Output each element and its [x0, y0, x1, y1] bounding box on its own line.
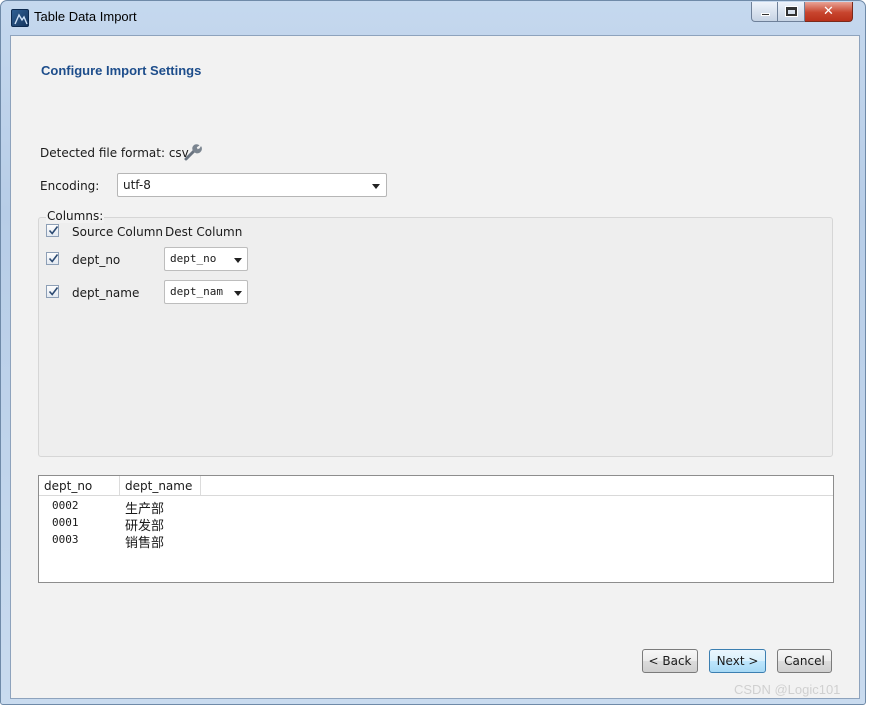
table-row[interactable]: 0003 销售部 [39, 532, 833, 551]
wizard-content: Configure Import Settings Detected file … [10, 35, 860, 699]
table-row[interactable]: 0001 研发部 [39, 515, 833, 534]
dest-column-select[interactable]: dept_nam [164, 280, 248, 304]
table-row[interactable]: 0002 生产部 [39, 498, 833, 517]
preview-column-header[interactable]: dept_name [125, 479, 192, 493]
watermark: CSDN @Logic101 [734, 682, 841, 697]
close-button[interactable]: ✕ [805, 2, 853, 22]
preview-column-header[interactable]: dept_no [44, 479, 92, 493]
app-icon [11, 9, 29, 27]
cell-dept-name: 销售部 [125, 536, 165, 551]
page-title: Configure Import Settings [41, 63, 202, 78]
column-divider[interactable] [119, 476, 120, 495]
dest-column-value: dept_nam [170, 285, 223, 298]
title-bar[interactable]: Table Data Import ✕ [1, 1, 865, 35]
data-preview-table[interactable]: dept_no dept_name 0002 生产部 0001 研发部 0003… [38, 475, 834, 583]
cell-dept-no: 0001 [52, 516, 79, 529]
source-column-name: dept_no [72, 253, 121, 267]
cell-dept-no: 0002 [52, 499, 79, 512]
source-column-header: Source Column [72, 225, 163, 239]
window-title: Table Data Import [34, 9, 137, 24]
chevron-down-icon [372, 184, 380, 189]
wrench-icon[interactable] [183, 142, 203, 162]
dest-column-header: Dest Column [165, 225, 243, 239]
columns-group [38, 217, 833, 457]
source-column-name: dept_name [72, 286, 140, 300]
close-icon: ✕ [823, 4, 834, 19]
maximize-button[interactable] [778, 2, 805, 22]
select-all-checkbox[interactable] [46, 224, 59, 237]
encoding-value: utf-8 [123, 178, 151, 192]
column-checkbox[interactable] [46, 285, 59, 298]
column-checkbox[interactable] [46, 252, 59, 265]
next-button[interactable]: Next > [709, 649, 766, 673]
chevron-down-icon [234, 258, 242, 263]
encoding-label: Encoding: [40, 179, 100, 193]
minimize-button[interactable] [751, 2, 778, 22]
column-divider[interactable] [200, 476, 201, 495]
detected-format-label: Detected file format: csv [40, 146, 189, 160]
minimize-icon [761, 13, 770, 16]
back-button[interactable]: < Back [642, 649, 698, 673]
preview-header: dept_no dept_name [39, 476, 833, 496]
import-wizard-window: Table Data Import ✕ Configure Import Set… [0, 0, 866, 705]
cell-dept-no: 0003 [52, 533, 79, 546]
maximize-icon [785, 6, 798, 17]
columns-group-label: Columns: [46, 209, 105, 223]
chevron-down-icon [234, 291, 242, 296]
encoding-select[interactable]: utf-8 [117, 173, 387, 197]
dest-column-value: dept_no [170, 252, 217, 265]
dest-column-select[interactable]: dept_no [164, 247, 248, 271]
cancel-button[interactable]: Cancel [777, 649, 832, 673]
